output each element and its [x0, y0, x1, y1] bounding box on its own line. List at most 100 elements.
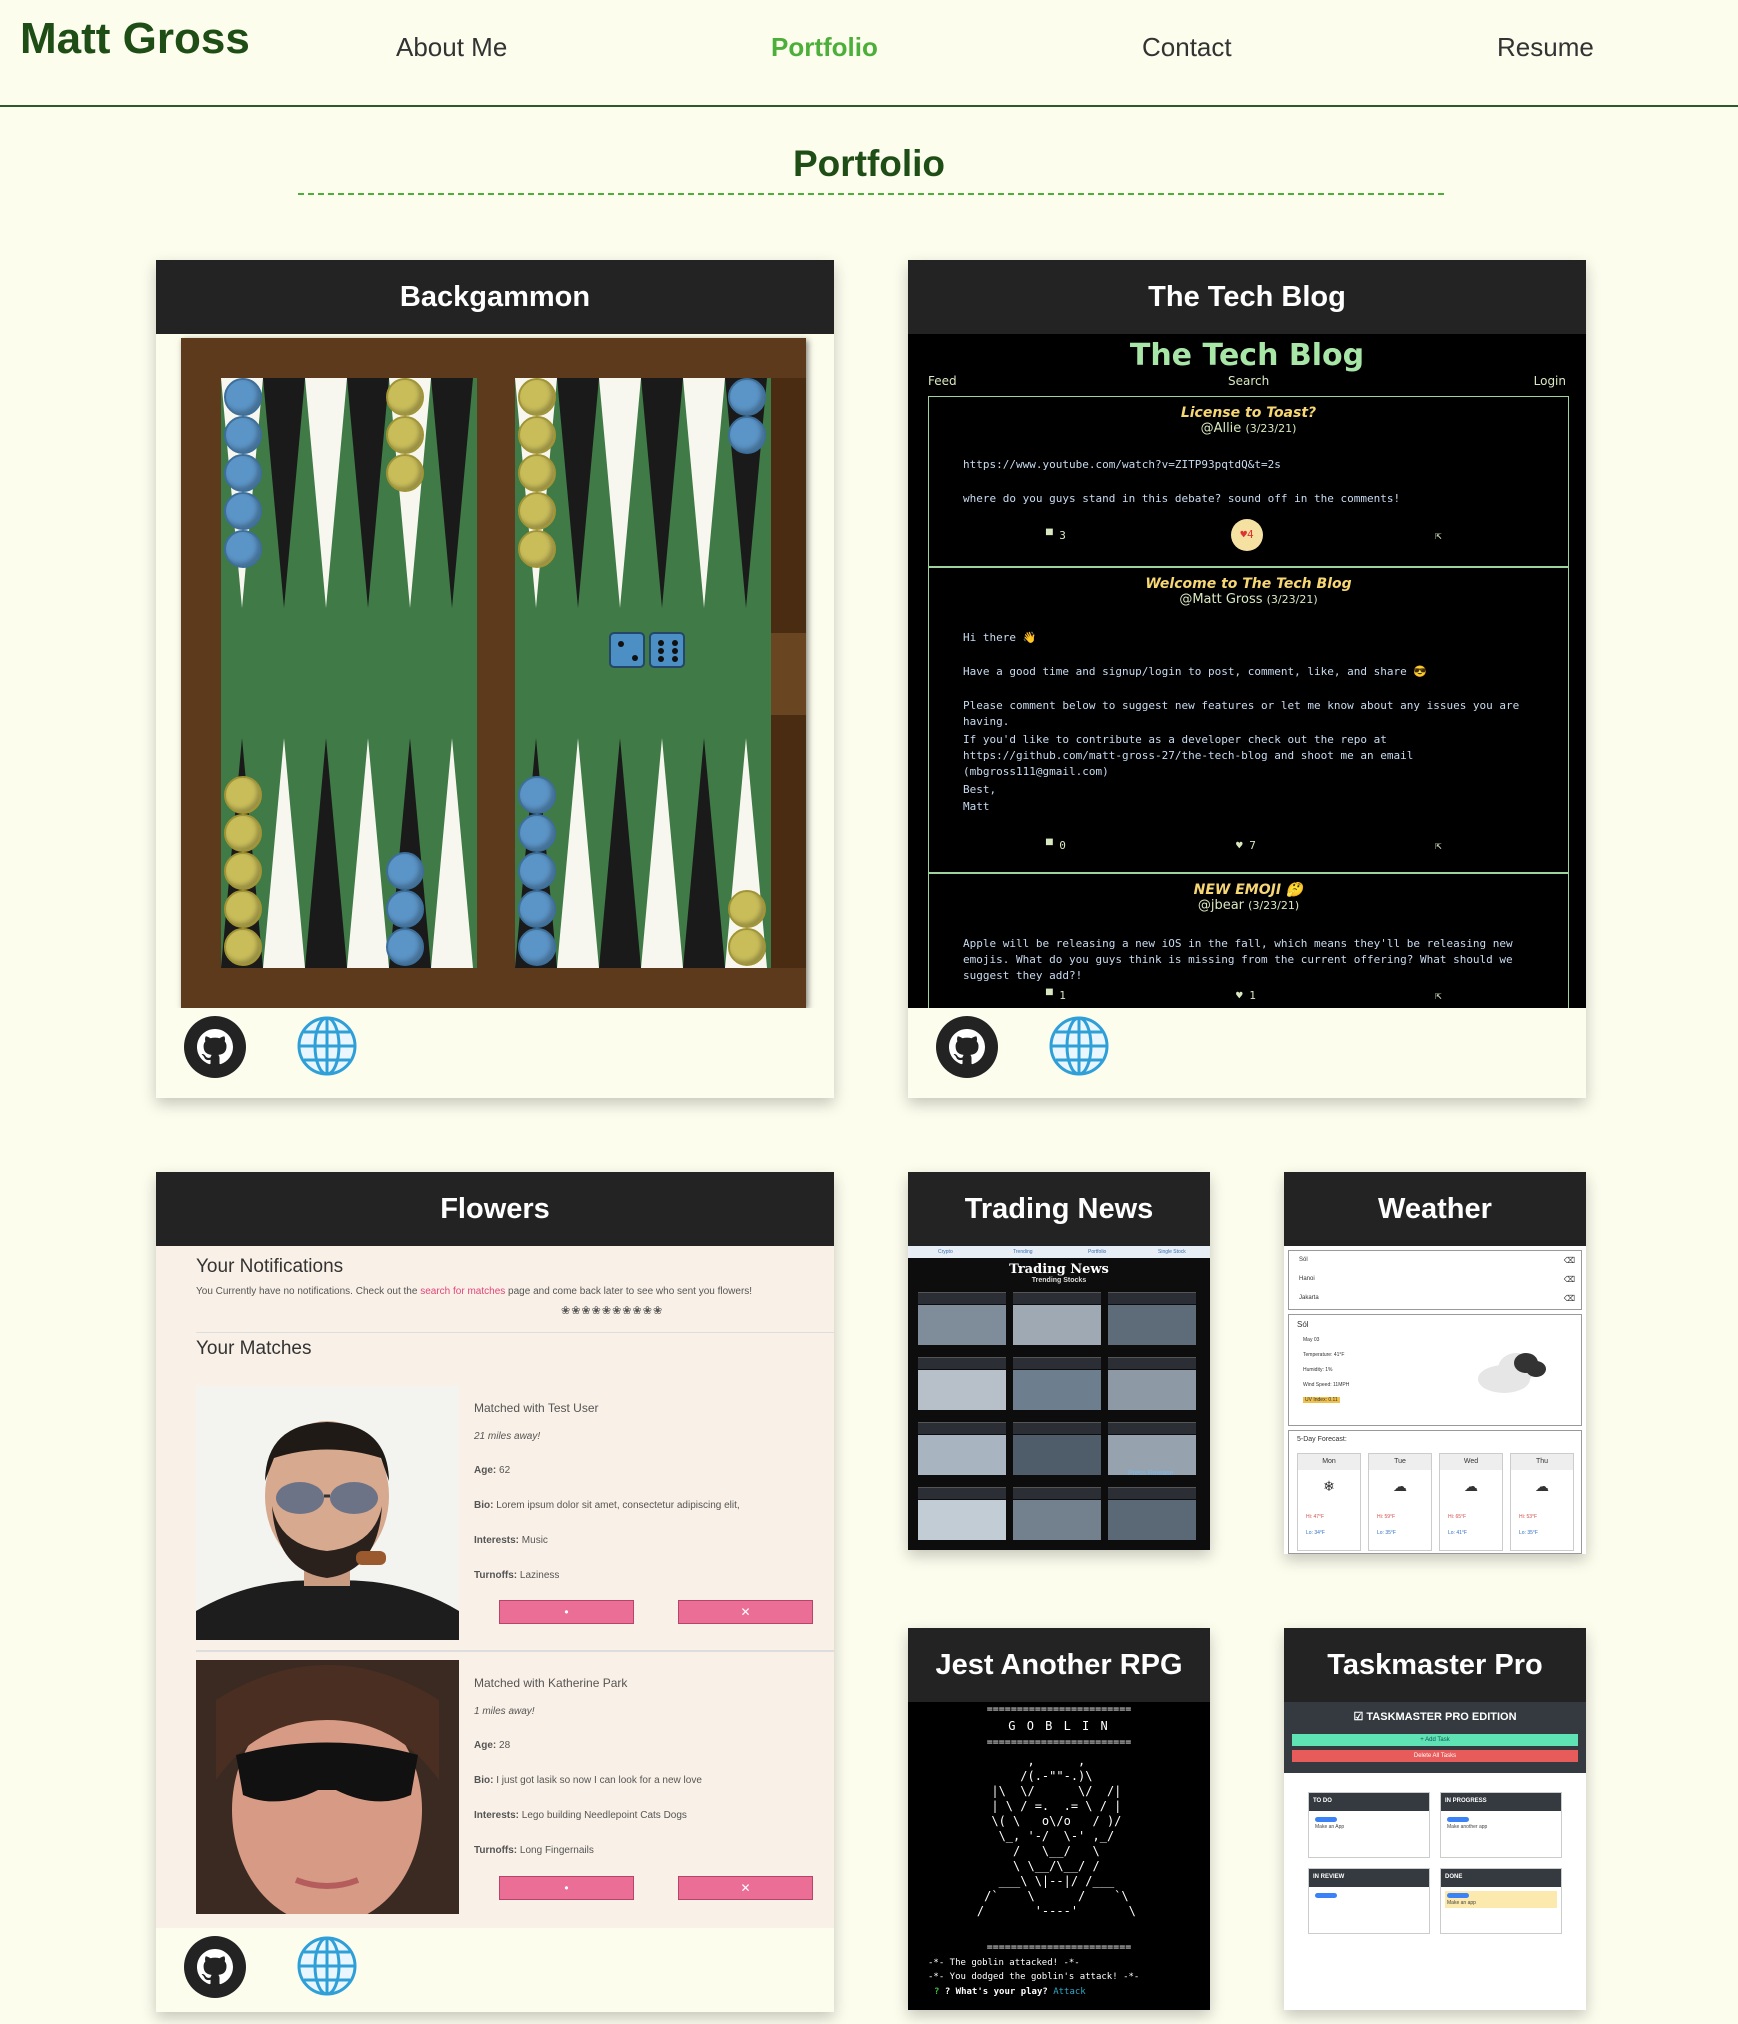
- tech-blog-search-link: Search: [1228, 374, 1270, 388]
- current-city: Sól: [1297, 1320, 1309, 1329]
- weather-screenshot: Sól Hanoi Jakarta ⌫ ⌫ ⌫ Sól May 03 Tempe…: [1284, 1246, 1586, 1554]
- forecast: 5-Day Forecast: Mon ❄ Hi: 47°F Lo: 34°F …: [1288, 1430, 1582, 1554]
- project-card-taskmaster[interactable]: Taskmaster Pro ☑ TASKMASTER PRO EDITION …: [1284, 1628, 1586, 2010]
- website-link[interactable]: [1047, 1014, 1111, 1078]
- weather-icon: ❄: [1323, 1478, 1335, 1494]
- send-flowers-button[interactable]: •: [499, 1876, 634, 1900]
- post-author: @jbear: [1197, 898, 1245, 913]
- match-heading: Matched with Test User: [474, 1401, 599, 1415]
- match-distance: 1 miles away!: [474, 1706, 535, 1717]
- add-task-button: + Add Task: [1292, 1734, 1578, 1746]
- post-line: Have a good time and signup/login to pos…: [963, 665, 1428, 678]
- press-release-badge: Press Release: [1128, 1470, 1174, 1477]
- nav-resume[interactable]: Resume: [1497, 32, 1594, 63]
- send-flowers-button[interactable]: •: [499, 1600, 634, 1624]
- forecast-day: Wed ☁ Hi: 65°F Lo: 41°F: [1439, 1453, 1503, 1551]
- project-card-tech-blog: The Tech Blog The Tech Blog Feed Search …: [908, 260, 1586, 1098]
- rpg-divider: ========================: [986, 1704, 1132, 1715]
- match-photo: [196, 1386, 459, 1640]
- news-grid: [918, 1292, 1202, 1550]
- trading-tabs: Crypto Trending Portfolio Single Stock: [908, 1246, 1210, 1258]
- title-divider: [298, 193, 1444, 195]
- card-title: Jest Another RPG: [908, 1628, 1210, 1702]
- city-item: Hanoi: [1299, 1276, 1315, 1282]
- project-links: [156, 1928, 834, 2012]
- nav-portfolio[interactable]: Portfolio: [771, 32, 878, 63]
- rpg-divider: ========================: [986, 1942, 1132, 1953]
- globe-icon: [1049, 1016, 1109, 1076]
- forecast-title: 5-Day Forecast:: [1297, 1436, 1347, 1443]
- project-card-rpg[interactable]: Jest Another RPG =======================…: [908, 1628, 1210, 2010]
- battle-log-line: -*- You dodged the goblin's attack! -*-: [928, 1972, 1140, 1982]
- website-link[interactable]: [295, 1014, 359, 1078]
- project-card-trading-news[interactable]: Trading News Crypto Trending Portfolio S…: [908, 1172, 1210, 1550]
- share-icon: ⇱: [1435, 839, 1442, 852]
- forecast-day: Mon ❄ Hi: 47°F Lo: 34°F: [1297, 1453, 1361, 1551]
- die-icon: [609, 632, 645, 668]
- match-heading: Matched with Katherine Park: [474, 1676, 628, 1690]
- post-date: (3/23/21): [1245, 422, 1297, 435]
- match-age: Age: 28: [474, 1740, 511, 1751]
- project-links: [908, 1008, 1586, 1098]
- match-turnoffs: Turnoffs: Laziness: [474, 1570, 560, 1581]
- post-title: NEW EMOJI 🤔: [1193, 882, 1304, 898]
- rpg-enemy-name: G O B L I N: [1008, 1719, 1110, 1733]
- like-count: ♥ 1: [1236, 989, 1256, 1002]
- die-icon: [649, 632, 685, 668]
- like-count: ♥ 7: [1236, 839, 1256, 852]
- post-date: (3/23/21): [1266, 593, 1318, 606]
- task-column: TO DO Make an App: [1308, 1792, 1430, 1858]
- card-title: The Tech Blog: [908, 260, 1586, 334]
- nav-contact[interactable]: Contact: [1142, 32, 1232, 63]
- taskmaster-screenshot: ☑ TASKMASTER PRO EDITION + Add Task Dele…: [1284, 1702, 1586, 2010]
- reject-match-button[interactable]: ✕: [678, 1876, 813, 1900]
- globe-icon: [297, 1016, 357, 1076]
- nav-about-me[interactable]: About Me: [396, 32, 507, 63]
- delete-icon: ⌫: [1563, 1256, 1575, 1265]
- github-link[interactable]: [184, 1016, 246, 1078]
- search-matches-link: search for matches: [420, 1286, 506, 1297]
- rpg-prompt: ? ? What's your play? Attack: [934, 1987, 1086, 1997]
- comment-count: ▀ 1: [1046, 989, 1066, 1002]
- share-icon: ⇱: [1435, 989, 1442, 1002]
- brand-name[interactable]: Matt Gross: [20, 14, 250, 64]
- forecast-day: Thu ☁ Hi: 53°F Lo: 35°F: [1510, 1453, 1574, 1551]
- like-count: ♥4: [1231, 519, 1263, 551]
- uv-index: UV Index: 0.11: [1303, 1397, 1340, 1403]
- globe-icon: [297, 1936, 357, 1996]
- github-link[interactable]: [184, 1936, 246, 1998]
- share-icon: ⇱: [1435, 529, 1442, 542]
- task-column: DONE Make an app: [1440, 1868, 1562, 1934]
- github-link[interactable]: [936, 1016, 998, 1078]
- post-title: License to Toast?: [1180, 405, 1317, 421]
- taskmaster-header: ☑ TASKMASTER PRO EDITION + Add Task Dele…: [1284, 1702, 1586, 1773]
- weather-line: Wind Speed: 11MPH: [1303, 1382, 1350, 1388]
- weather-line: May 03: [1303, 1337, 1320, 1343]
- card-title: Trading News: [908, 1172, 1210, 1246]
- match-age: Age: 62: [474, 1465, 511, 1476]
- weather-icon: ☁: [1535, 1478, 1549, 1494]
- project-card-weather[interactable]: Weather Sól Hanoi Jakarta ⌫ ⌫ ⌫ Sól May …: [1284, 1172, 1586, 1554]
- tech-blog-login-link: Login: [1533, 374, 1566, 388]
- card-title: Taskmaster Pro: [1284, 1628, 1586, 1702]
- forecast-day: Tue ☁ Hi: 59°F Lo: 35°F: [1368, 1453, 1432, 1551]
- current-weather: Sól May 03 Temperature: 41°F Humidity: 1…: [1288, 1314, 1582, 1426]
- backgammon-screenshot: [156, 334, 834, 1008]
- weather-icon: ☁: [1393, 1478, 1407, 1494]
- reject-match-button[interactable]: ✕: [678, 1600, 813, 1624]
- rpg-screenshot: ======================== G O B L I N ===…: [908, 1702, 1210, 2010]
- post-line: where do you guys stand in this debate? …: [963, 492, 1401, 505]
- comment-count: ▀ 3: [1046, 529, 1066, 542]
- post-line: Apple will be releasing a new iOS in the…: [963, 937, 1513, 982]
- city-item: Jakarta: [1299, 1295, 1319, 1301]
- backgammon-board: [181, 338, 806, 1008]
- blog-post: License to Toast? @Allie (3/23/21) https…: [928, 396, 1569, 567]
- delete-icon: ⌫: [1563, 1294, 1575, 1303]
- trading-news-screenshot: Crypto Trending Portfolio Single Stock T…: [908, 1246, 1210, 1550]
- website-link[interactable]: [295, 1934, 359, 1998]
- post-line: Hi there 👋: [963, 631, 1037, 644]
- post-title: Welcome to The Tech Blog: [1145, 576, 1352, 592]
- project-card-flowers: Flowers Your Notifications You Currently…: [156, 1172, 834, 2012]
- trading-subtitle: Trending Stocks: [1031, 1277, 1087, 1284]
- match-bio: Bio: Lorem ipsum dolor sit amet, consect…: [474, 1500, 740, 1511]
